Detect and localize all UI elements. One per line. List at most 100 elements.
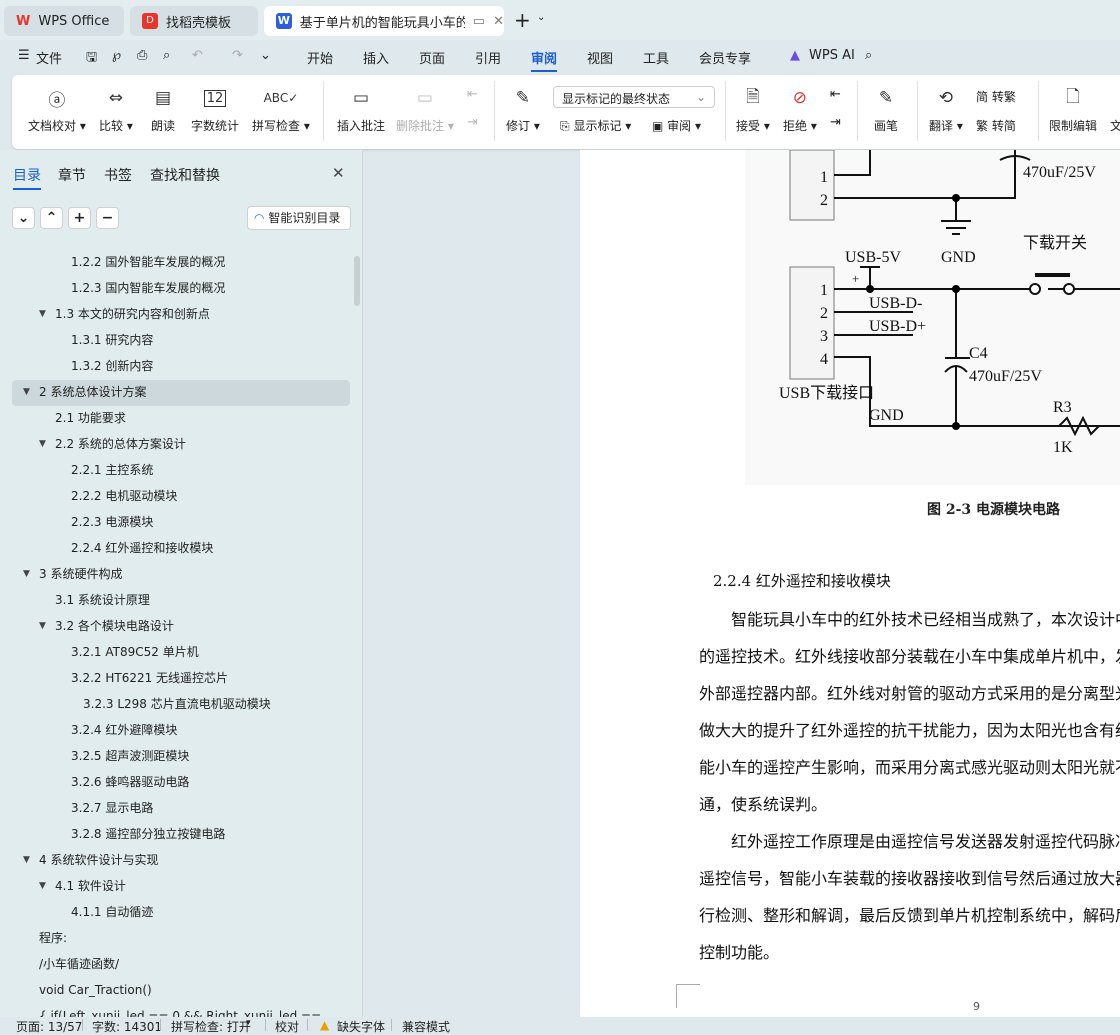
toc-item[interactable]: 1.2.3 国内智能车发展的概况	[12, 276, 350, 302]
restrict-editing-button[interactable]: 🗋 限制编辑	[1049, 85, 1097, 134]
toc-item[interactable]: 3.2.1 AT89C52 单片机	[12, 640, 350, 666]
read-aloud-button[interactable]: ▤ 朗读	[151, 85, 175, 134]
more-chevron-icon[interactable]: ⌄	[260, 48, 271, 63]
toc-item[interactable]: 2.2.3 电源模块	[12, 510, 350, 536]
tab-bookmarks[interactable]: 书签	[104, 165, 132, 185]
track-changes-button[interactable]: ✎ 修订 ▾	[506, 85, 540, 134]
spell-check-button[interactable]: ABC✓ 拼写检查 ▾	[252, 85, 310, 134]
toc-item[interactable]: 3.2.6 蜂鸣器驱动电路	[12, 770, 350, 796]
redo-icon[interactable]: ↷	[232, 48, 243, 63]
toc-item[interactable]: 1.3.1 研究内容	[12, 328, 350, 354]
previous-change-icon[interactable]: ⇤	[830, 87, 841, 102]
toc-item[interactable]: ▼ 3.2 各个模块电路设计	[12, 614, 350, 640]
toc-scrollbar[interactable]	[354, 256, 360, 306]
compatibility-mode[interactable]: 兼容模式	[402, 1018, 450, 1035]
toc-item[interactable]: 2.2.4 红外遥控和接收模块	[12, 536, 350, 562]
toc-item[interactable]: 3.2.4 红外避障模块	[12, 718, 350, 744]
close-icon[interactable]: ✕	[493, 14, 504, 29]
toc-item[interactable]: 1.3.2 创新内容	[12, 354, 350, 380]
toc-item[interactable]: ▼ 2.2 系统的总体方案设计	[12, 432, 350, 458]
expand-arrow-icon[interactable]: ▼	[39, 302, 46, 326]
next-comment-icon[interactable]: ⇥	[467, 115, 478, 130]
toc-item[interactable]: ▼ 1.3 本文的研究内容和创新点	[12, 302, 350, 328]
menu-home[interactable]: 开始	[307, 48, 333, 67]
spell-check-status[interactable]: 拼写检查: 打开	[171, 1018, 251, 1035]
toc-item[interactable]: 2.1 功能要求	[12, 406, 350, 432]
pen-button[interactable]: ✎ 画笔	[874, 85, 898, 134]
expand-arrow-icon[interactable]: ▼	[39, 874, 46, 898]
word-count[interactable]: 字数: 14301	[92, 1018, 162, 1035]
menu-insert[interactable]: 插入	[363, 48, 389, 67]
search-icon[interactable]: ⌕	[865, 48, 872, 63]
toc-item[interactable]: 2.2.2 电机驱动模块	[12, 484, 350, 510]
toc-item[interactable]: ▼ 2 系统总体设计方案	[12, 380, 350, 406]
toc-item[interactable]: ▼ 4.1 软件设计	[12, 874, 350, 900]
expand-arrow-icon[interactable]: ▼	[39, 614, 46, 638]
expand-arrow-icon[interactable]: ▼	[39, 432, 46, 456]
delete-comment-button[interactable]: ▭ 删除批注 ▾	[396, 85, 454, 134]
tab-document[interactable]: W 基于单片机的智能玩具小车的设 ▭ ✕	[264, 6, 504, 36]
menu-page[interactable]: 页面	[419, 48, 445, 67]
collapse-down-button[interactable]: ⌄	[12, 207, 35, 229]
reject-button[interactable]: ⊘ 拒绝 ▾	[783, 85, 817, 134]
remove-heading-button[interactable]: −	[96, 207, 119, 229]
toc-item[interactable]: { if(Left_xunji_led == 0 && Right_xunji_…	[12, 1004, 350, 1017]
hamburger-icon[interactable]: ☰	[18, 48, 30, 63]
toc-item[interactable]: 程序:	[12, 926, 350, 952]
toc-item[interactable]: 3.2.5 超声波测距模块	[12, 744, 350, 770]
toc-item[interactable]: 3.2.7 显示电路	[12, 796, 350, 822]
collapse-up-button[interactable]: ⌃	[40, 207, 63, 229]
toc-item[interactable]: 4.1.1 自动循迹	[12, 900, 350, 926]
menu-wps-ai[interactable]: WPS AI	[809, 48, 855, 63]
word-count-button[interactable]: 12 字数统计	[191, 85, 239, 134]
page-indicator[interactable]: 页面: 13/57	[16, 1018, 82, 1035]
save-icon[interactable]: 🖫	[86, 48, 97, 70]
share-icon[interactable]: ℘	[112, 48, 121, 63]
proofread-button[interactable]: ⓐ 文档校对 ▾	[28, 85, 86, 134]
review-pane-button[interactable]: ▣ 审阅 ▾	[652, 117, 701, 134]
previous-comment-icon[interactable]: ⇤	[467, 87, 478, 102]
toc-item[interactable]: 3.1 系统设计原理	[12, 588, 350, 614]
smart-toc-button[interactable]: ◠ 智能识别目录	[247, 206, 351, 230]
tab-find-replace[interactable]: 查找和替换	[150, 165, 220, 185]
toc-item[interactable]: 1.2.2 国外智能车发展的概况	[12, 250, 350, 276]
tab-wps-office[interactable]: W WPS Office	[4, 6, 124, 36]
next-change-icon[interactable]: ⇥	[830, 115, 841, 130]
tab-toc[interactable]: 目录	[13, 165, 41, 190]
toc-item[interactable]: ▼ 4 系统软件设计与实现	[12, 848, 350, 874]
markup-state-select[interactable]: 显示标记的最终状态 ⌄	[553, 86, 715, 108]
tab-docer[interactable]: D 找稻壳模板	[130, 6, 258, 36]
new-tab-icon[interactable]: +	[514, 8, 531, 32]
toc-item[interactable]: void Car_Traction()	[12, 978, 350, 1004]
chevron-down-icon[interactable]: ⌄	[537, 12, 545, 23]
print-preview-icon[interactable]: ⌕	[163, 48, 170, 63]
toc-item[interactable]: 3.2.8 遥控部分独立按键电路	[12, 822, 350, 848]
toc-item[interactable]: 3.2.2 HT6221 无线遥控芯片	[12, 666, 350, 692]
translate-button[interactable]: ⟲ 翻译 ▾	[929, 85, 963, 134]
missing-font-status[interactable]: 缺失字体	[337, 1018, 385, 1035]
toc-item[interactable]: /小车循迹函数/	[12, 952, 350, 978]
chevron-down-icon[interactable]: ▾	[246, 1018, 251, 1028]
menu-view[interactable]: 视图	[587, 48, 613, 67]
menu-file[interactable]: 文件	[36, 48, 62, 67]
toc-item[interactable]: ▼ 3 系统硬件构成	[12, 562, 350, 588]
expand-arrow-icon[interactable]: ▼	[23, 848, 30, 872]
expand-arrow-icon[interactable]: ▼	[23, 380, 30, 404]
monitor-icon[interactable]: ▭	[473, 14, 485, 29]
to-traditional-button[interactable]: 简 转繁	[976, 88, 1016, 105]
close-icon[interactable]: ✕	[332, 164, 345, 182]
compare-button[interactable]: ⇔ 比较 ▾	[99, 85, 133, 134]
menu-references[interactable]: 引用	[475, 48, 501, 67]
accept-button[interactable]: 🗎 接受 ▾	[736, 85, 770, 134]
menu-tools[interactable]: 工具	[643, 48, 669, 67]
menu-membership[interactable]: 会员专享	[699, 48, 751, 67]
expand-arrow-icon[interactable]: ▼	[23, 562, 30, 586]
add-heading-button[interactable]: +	[68, 207, 91, 229]
undo-icon[interactable]: ↶	[192, 48, 203, 63]
to-simplified-button[interactable]: 繁 转简	[976, 117, 1016, 134]
tab-chapters[interactable]: 章节	[58, 165, 86, 185]
proofread-status[interactable]: 校对	[275, 1018, 299, 1035]
insert-comment-button[interactable]: ▭ 插入批注	[337, 85, 385, 134]
document-button[interactable]: 文	[1110, 85, 1120, 134]
toc-item[interactable]: 3.2.3 L298 芯片直流电机驱动模块	[12, 692, 350, 718]
